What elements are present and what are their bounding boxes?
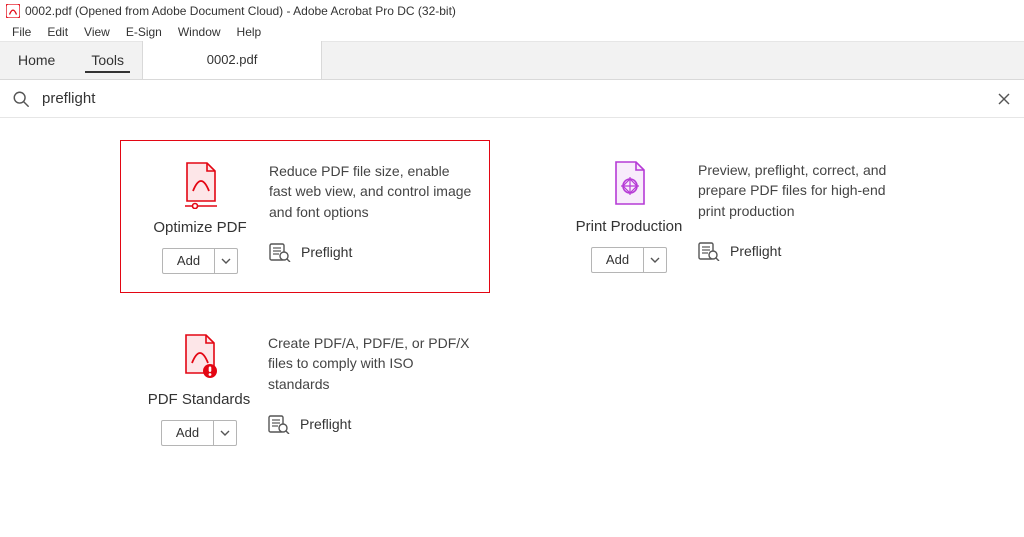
add-label: Add (163, 249, 215, 273)
menu-esign[interactable]: E-Sign (118, 23, 170, 41)
titlebar: 0002.pdf (Opened from Adobe Document Clo… (0, 0, 1024, 22)
chevron-down-icon[interactable] (214, 421, 236, 445)
preflight-icon (268, 414, 290, 434)
card-pdf-standards-wrap: PDF Standards Add Create PDF/A, PDF/E, o… (120, 313, 490, 464)
chevron-down-icon[interactable] (215, 249, 237, 273)
print-add-button[interactable]: Add (591, 247, 667, 273)
standards-add-button[interactable]: Add (161, 420, 237, 446)
standards-preflight-link[interactable]: Preflight (268, 414, 476, 434)
optimize-pdf-icon (179, 161, 221, 209)
card-optimize-pdf: Optimize PDF Add Reduce PDF file size, e… (120, 140, 490, 293)
card-optimize-pdf-wrap: Optimize PDF Add Reduce PDF file size, e… (120, 140, 490, 293)
tab-home[interactable]: Home (0, 41, 73, 79)
preflight-label: Preflight (300, 416, 351, 432)
menu-window[interactable]: Window (170, 23, 229, 41)
menu-file[interactable]: File (4, 23, 39, 41)
print-production-icon (608, 160, 650, 208)
preflight-icon (698, 241, 720, 261)
print-preflight-link[interactable]: Preflight (698, 241, 906, 261)
preflight-icon (269, 242, 291, 262)
search-row (0, 80, 1024, 118)
window-title: 0002.pdf (Opened from Adobe Document Clo… (25, 4, 456, 18)
chevron-down-icon[interactable] (644, 248, 666, 272)
tab-tools[interactable]: Tools (73, 41, 142, 79)
card-pdf-standards: PDF Standards Add Create PDF/A, PDF/E, o… (120, 313, 490, 464)
optimize-preflight-link[interactable]: Preflight (269, 242, 475, 262)
clear-search-icon[interactable] (996, 91, 1012, 107)
optimize-add-button[interactable]: Add (162, 248, 238, 274)
optimize-pdf-title: Optimize PDF (153, 219, 246, 236)
menubar: File Edit View E-Sign Window Help (0, 22, 1024, 42)
tabbar: Home Tools 0002.pdf (0, 42, 1024, 80)
print-description: Preview, preflight, correct, and prepare… (698, 160, 906, 221)
menu-edit[interactable]: Edit (39, 23, 76, 41)
tools-content: Optimize PDF Add Reduce PDF file size, e… (0, 118, 1024, 484)
tab-document[interactable]: 0002.pdf (142, 41, 322, 79)
menu-view[interactable]: View (76, 23, 118, 41)
menu-help[interactable]: Help (229, 23, 270, 41)
standards-description: Create PDF/A, PDF/E, or PDF/X files to c… (268, 333, 476, 394)
acrobat-app-icon (6, 4, 20, 18)
card-print-production: Print Production Add Preview, preflight,… (550, 140, 920, 291)
pdf-standards-title: PDF Standards (148, 391, 251, 408)
preflight-label: Preflight (730, 243, 781, 259)
add-label: Add (162, 421, 214, 445)
search-icon (12, 90, 30, 108)
card-print-production-wrap: Print Production Add Preview, preflight,… (550, 140, 920, 293)
print-production-title: Print Production (576, 218, 683, 235)
add-label: Add (592, 248, 644, 272)
preflight-label: Preflight (301, 244, 352, 260)
pdf-standards-icon (178, 333, 220, 381)
search-input[interactable] (40, 89, 996, 108)
optimize-description: Reduce PDF file size, enable fast web vi… (269, 161, 475, 222)
